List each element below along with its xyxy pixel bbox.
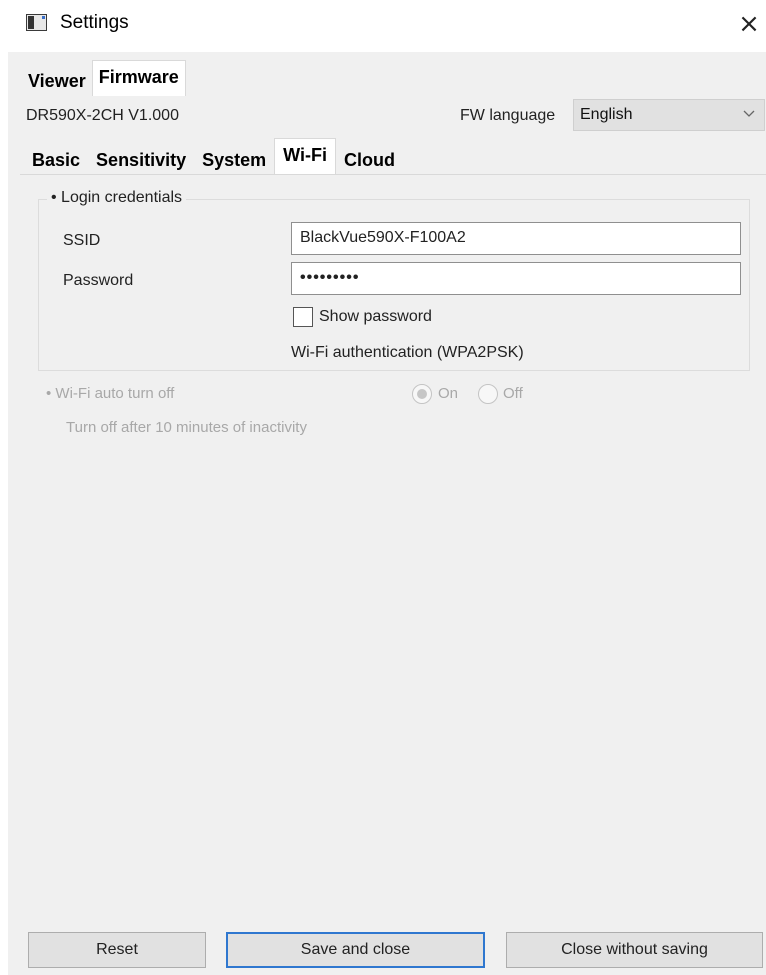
auto-off-off-radio[interactable] <box>478 384 498 404</box>
fw-language-select[interactable]: English <box>573 99 765 131</box>
tab-firmware[interactable]: Firmware <box>91 60 186 96</box>
wifi-auth-text: Wi-Fi authentication (WPA2PSK) <box>291 344 524 361</box>
auto-off-off-label[interactable]: Off <box>503 385 523 402</box>
tab-wifi[interactable]: Wi-Fi <box>274 138 336 176</box>
ssid-label: SSID <box>63 232 101 249</box>
tab-system[interactable]: System <box>194 144 274 176</box>
top-tab-bar: Viewer Firmware <box>22 60 186 96</box>
auto-off-on-label[interactable]: On <box>438 385 458 402</box>
show-password-label[interactable]: Show password <box>319 308 432 326</box>
dialog-client-area: Viewer Firmware DR590X-2CH V1.000 FW lan… <box>8 52 766 975</box>
close-icon[interactable]: × <box>732 6 766 42</box>
ssid-input[interactable]: BlackVue590X-F100A2 <box>291 222 741 255</box>
title-bar: Settings × <box>0 0 766 52</box>
settings-tab-bar: Basic Sensitivity System Wi-Fi Cloud <box>24 138 403 176</box>
chevron-down-icon <box>743 110 755 117</box>
auto-off-description: Turn off after 10 minutes of inactivity <box>66 419 307 436</box>
reset-button[interactable]: Reset <box>28 932 206 968</box>
wifi-auto-off-title: • Wi-Fi auto turn off <box>46 385 175 402</box>
wifi-settings-panel: • Login credentials SSID BlackVue590X-F1… <box>20 174 766 934</box>
tab-sensitivity[interactable]: Sensitivity <box>88 144 194 176</box>
window-title: Settings <box>60 12 129 33</box>
password-label: Password <box>63 272 134 289</box>
tab-cloud[interactable]: Cloud <box>336 144 403 176</box>
tab-viewer[interactable]: Viewer <box>22 66 92 96</box>
model-version-text: DR590X-2CH V1.000 <box>26 107 179 124</box>
fw-language-label: FW language <box>460 107 556 124</box>
fw-language-value: English <box>580 106 633 123</box>
save-and-close-button[interactable]: Save and close <box>226 932 485 968</box>
password-input[interactable]: ••••••••• <box>291 262 741 295</box>
login-credentials-group: • Login credentials SSID BlackVue590X-F1… <box>38 189 750 371</box>
auto-off-on-radio[interactable] <box>412 384 432 404</box>
settings-window-icon <box>26 14 47 31</box>
show-password-checkbox[interactable] <box>293 307 313 327</box>
tab-basic[interactable]: Basic <box>24 144 88 176</box>
close-without-saving-button[interactable]: Close without saving <box>506 932 763 968</box>
firmware-info-row: DR590X-2CH V1.000 FW language English <box>26 98 766 134</box>
login-credentials-title: • Login credentials <box>47 189 187 207</box>
